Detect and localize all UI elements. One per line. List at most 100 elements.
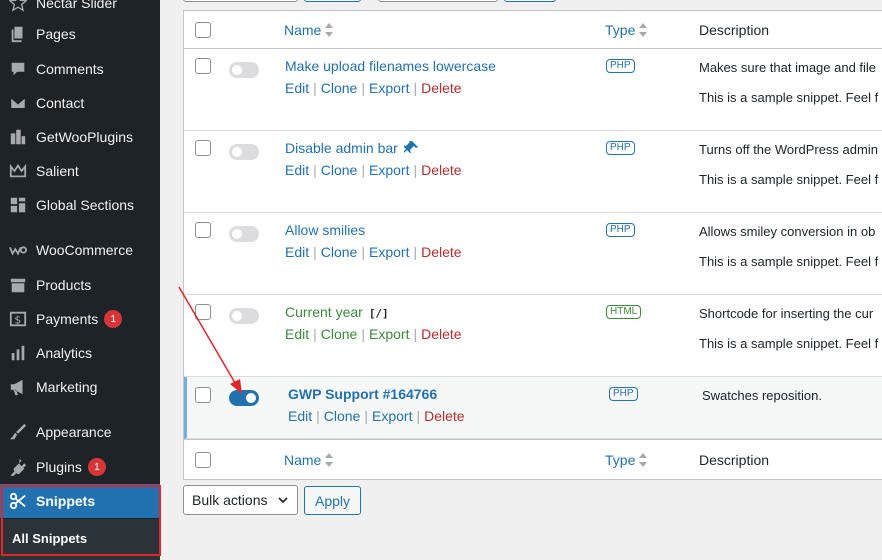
sidebar-item-marketing[interactable]: Marketing bbox=[0, 370, 160, 404]
top-filter-select[interactable] bbox=[378, 0, 498, 2]
action-separator: | bbox=[413, 244, 418, 260]
pages-icon bbox=[8, 24, 28, 44]
column-name-footer[interactable]: Name bbox=[284, 452, 334, 470]
snippet-name-link[interactable]: GWP Support #164766 bbox=[288, 386, 437, 402]
snippet-name-link[interactable]: Allow smilies bbox=[285, 222, 365, 238]
clone-link[interactable]: Clone bbox=[321, 326, 358, 342]
column-name-label: Name bbox=[284, 22, 322, 38]
activation-toggle[interactable] bbox=[229, 144, 259, 160]
table-row: Disable admin bar Edit | Clone | Export | Delet… bbox=[184, 131, 882, 213]
sidebar-item-label: Analytics bbox=[36, 345, 93, 361]
snippet-name-link[interactable]: Disable admin bar bbox=[285, 140, 418, 156]
notification-badge: 1 bbox=[104, 310, 123, 328]
column-type-footer[interactable]: Type bbox=[605, 452, 648, 470]
export-link[interactable]: Export bbox=[369, 326, 409, 342]
export-link[interactable]: Export bbox=[369, 162, 409, 178]
snippet-name: Make upload filenames lowercase bbox=[285, 58, 496, 74]
top-bulk-actions-select[interactable] bbox=[183, 0, 298, 2]
sidebar-item-label: Comments bbox=[36, 61, 104, 77]
table-row: GWP Support #164766 Edit | Clone | Export | Del… bbox=[184, 377, 882, 439]
snippet-description-note: This is a sample snippet. Feel f bbox=[699, 336, 879, 351]
action-separator: | bbox=[416, 408, 421, 424]
edit-link[interactable]: Edit bbox=[285, 80, 309, 96]
sidebar-item-analytics[interactable]: Analytics bbox=[0, 336, 160, 370]
snippet-name-link[interactable]: Current year [/] bbox=[285, 304, 389, 320]
sidebar-item-woocommerce[interactable]: WooCommerce bbox=[0, 233, 160, 267]
sort-icon bbox=[325, 22, 334, 40]
sidebar-item-label: Global Sections bbox=[36, 197, 135, 213]
sidebar-item-comments[interactable]: Comments bbox=[0, 52, 160, 86]
type-badge: PHP bbox=[609, 387, 638, 401]
export-link[interactable]: Export bbox=[372, 408, 412, 424]
edit-link[interactable]: Edit bbox=[285, 162, 309, 178]
row-actions: Edit | Clone | Export | Delete bbox=[285, 162, 462, 178]
action-separator: | bbox=[313, 326, 317, 342]
row-checkbox[interactable] bbox=[195, 58, 211, 74]
clone-link[interactable]: Clone bbox=[324, 408, 361, 424]
comment-icon bbox=[8, 59, 28, 79]
column-type-header[interactable]: Type bbox=[605, 22, 648, 40]
sidebar-item-salient[interactable]: Salient bbox=[0, 154, 160, 188]
action-separator: | bbox=[364, 408, 368, 424]
star-icon bbox=[8, 0, 28, 13]
sidebar-item-label: Salient bbox=[36, 163, 79, 179]
snippet-description: Makes sure that image and file bbox=[699, 60, 877, 75]
sidebar-item-global-sections[interactable]: Global Sections bbox=[0, 188, 160, 222]
sidebar-item-appearance[interactable]: Appearance bbox=[0, 415, 160, 449]
action-separator: | bbox=[413, 162, 418, 178]
row-checkbox[interactable] bbox=[195, 140, 211, 156]
export-link[interactable]: Export bbox=[369, 80, 409, 96]
sidebar-item-plugins[interactable]: Plugins 1 bbox=[0, 450, 160, 484]
row-checkbox[interactable] bbox=[195, 222, 211, 238]
column-type-label: Type bbox=[605, 22, 636, 38]
column-type-label: Type bbox=[605, 452, 636, 468]
action-separator: | bbox=[413, 80, 418, 96]
action-separator: | bbox=[413, 326, 418, 342]
plugin-grid-icon bbox=[8, 127, 28, 147]
sort-icon bbox=[639, 22, 648, 40]
annotation-arrow-icon bbox=[178, 286, 242, 394]
type-badge: PHP bbox=[606, 141, 635, 155]
edit-link[interactable]: Edit bbox=[285, 244, 309, 260]
top-apply-button[interactable] bbox=[304, 0, 361, 2]
edit-link[interactable]: Edit bbox=[288, 408, 312, 424]
sidebar-item-contact[interactable]: Contact bbox=[0, 86, 160, 120]
sidebar-item-getwooplugins[interactable]: GetWooPlugins bbox=[0, 120, 160, 154]
delete-link[interactable]: Delete bbox=[424, 408, 464, 424]
type-badge: PHP bbox=[606, 223, 635, 237]
table-footer: Name Type Description bbox=[184, 439, 882, 479]
type-badge: PHP bbox=[606, 59, 635, 73]
select-all-checkbox-footer[interactable] bbox=[195, 452, 211, 468]
sidebar-item-pages[interactable]: Pages bbox=[0, 17, 160, 51]
sidebar-item-label: Plugins bbox=[36, 459, 82, 475]
column-name-header[interactable]: Name bbox=[284, 22, 334, 40]
delete-link[interactable]: Delete bbox=[421, 244, 461, 260]
sidebar-item-label: Marketing bbox=[36, 379, 98, 395]
clone-link[interactable]: Clone bbox=[321, 244, 358, 260]
delete-link[interactable]: Delete bbox=[421, 326, 461, 342]
delete-link[interactable]: Delete bbox=[421, 80, 461, 96]
activation-toggle[interactable] bbox=[229, 226, 259, 242]
clone-link[interactable]: Clone bbox=[321, 162, 358, 178]
activation-toggle[interactable] bbox=[229, 62, 259, 78]
sidebar-item-label: Products bbox=[36, 277, 92, 293]
sort-icon bbox=[325, 452, 334, 470]
action-separator: | bbox=[313, 80, 317, 96]
clone-link[interactable]: Clone bbox=[321, 80, 358, 96]
woo-icon bbox=[8, 240, 28, 260]
edit-link[interactable]: Edit bbox=[285, 326, 309, 342]
snippet-name-link[interactable]: Make upload filenames lowercase bbox=[285, 58, 496, 74]
bulk-actions-select[interactable]: Bulk actions bbox=[183, 485, 298, 515]
select-all-checkbox[interactable] bbox=[195, 22, 211, 38]
notification-badge: 1 bbox=[87, 458, 106, 476]
snippet-description: Turns off the WordPress admin bbox=[699, 142, 878, 157]
archive-icon bbox=[8, 275, 28, 295]
sidebar-item-products[interactable]: Products bbox=[0, 268, 160, 302]
snippet-name: Disable admin bar bbox=[285, 140, 398, 156]
delete-link[interactable]: Delete bbox=[421, 162, 461, 178]
export-link[interactable]: Export bbox=[369, 244, 409, 260]
top-filter-button[interactable] bbox=[504, 0, 556, 2]
table-row: Current year [/] Edit | Clone | Export | Delete H… bbox=[184, 295, 882, 377]
sidebar-item-payments[interactable]: $ Payments 1 bbox=[0, 302, 160, 336]
apply-button[interactable]: Apply bbox=[304, 486, 361, 515]
